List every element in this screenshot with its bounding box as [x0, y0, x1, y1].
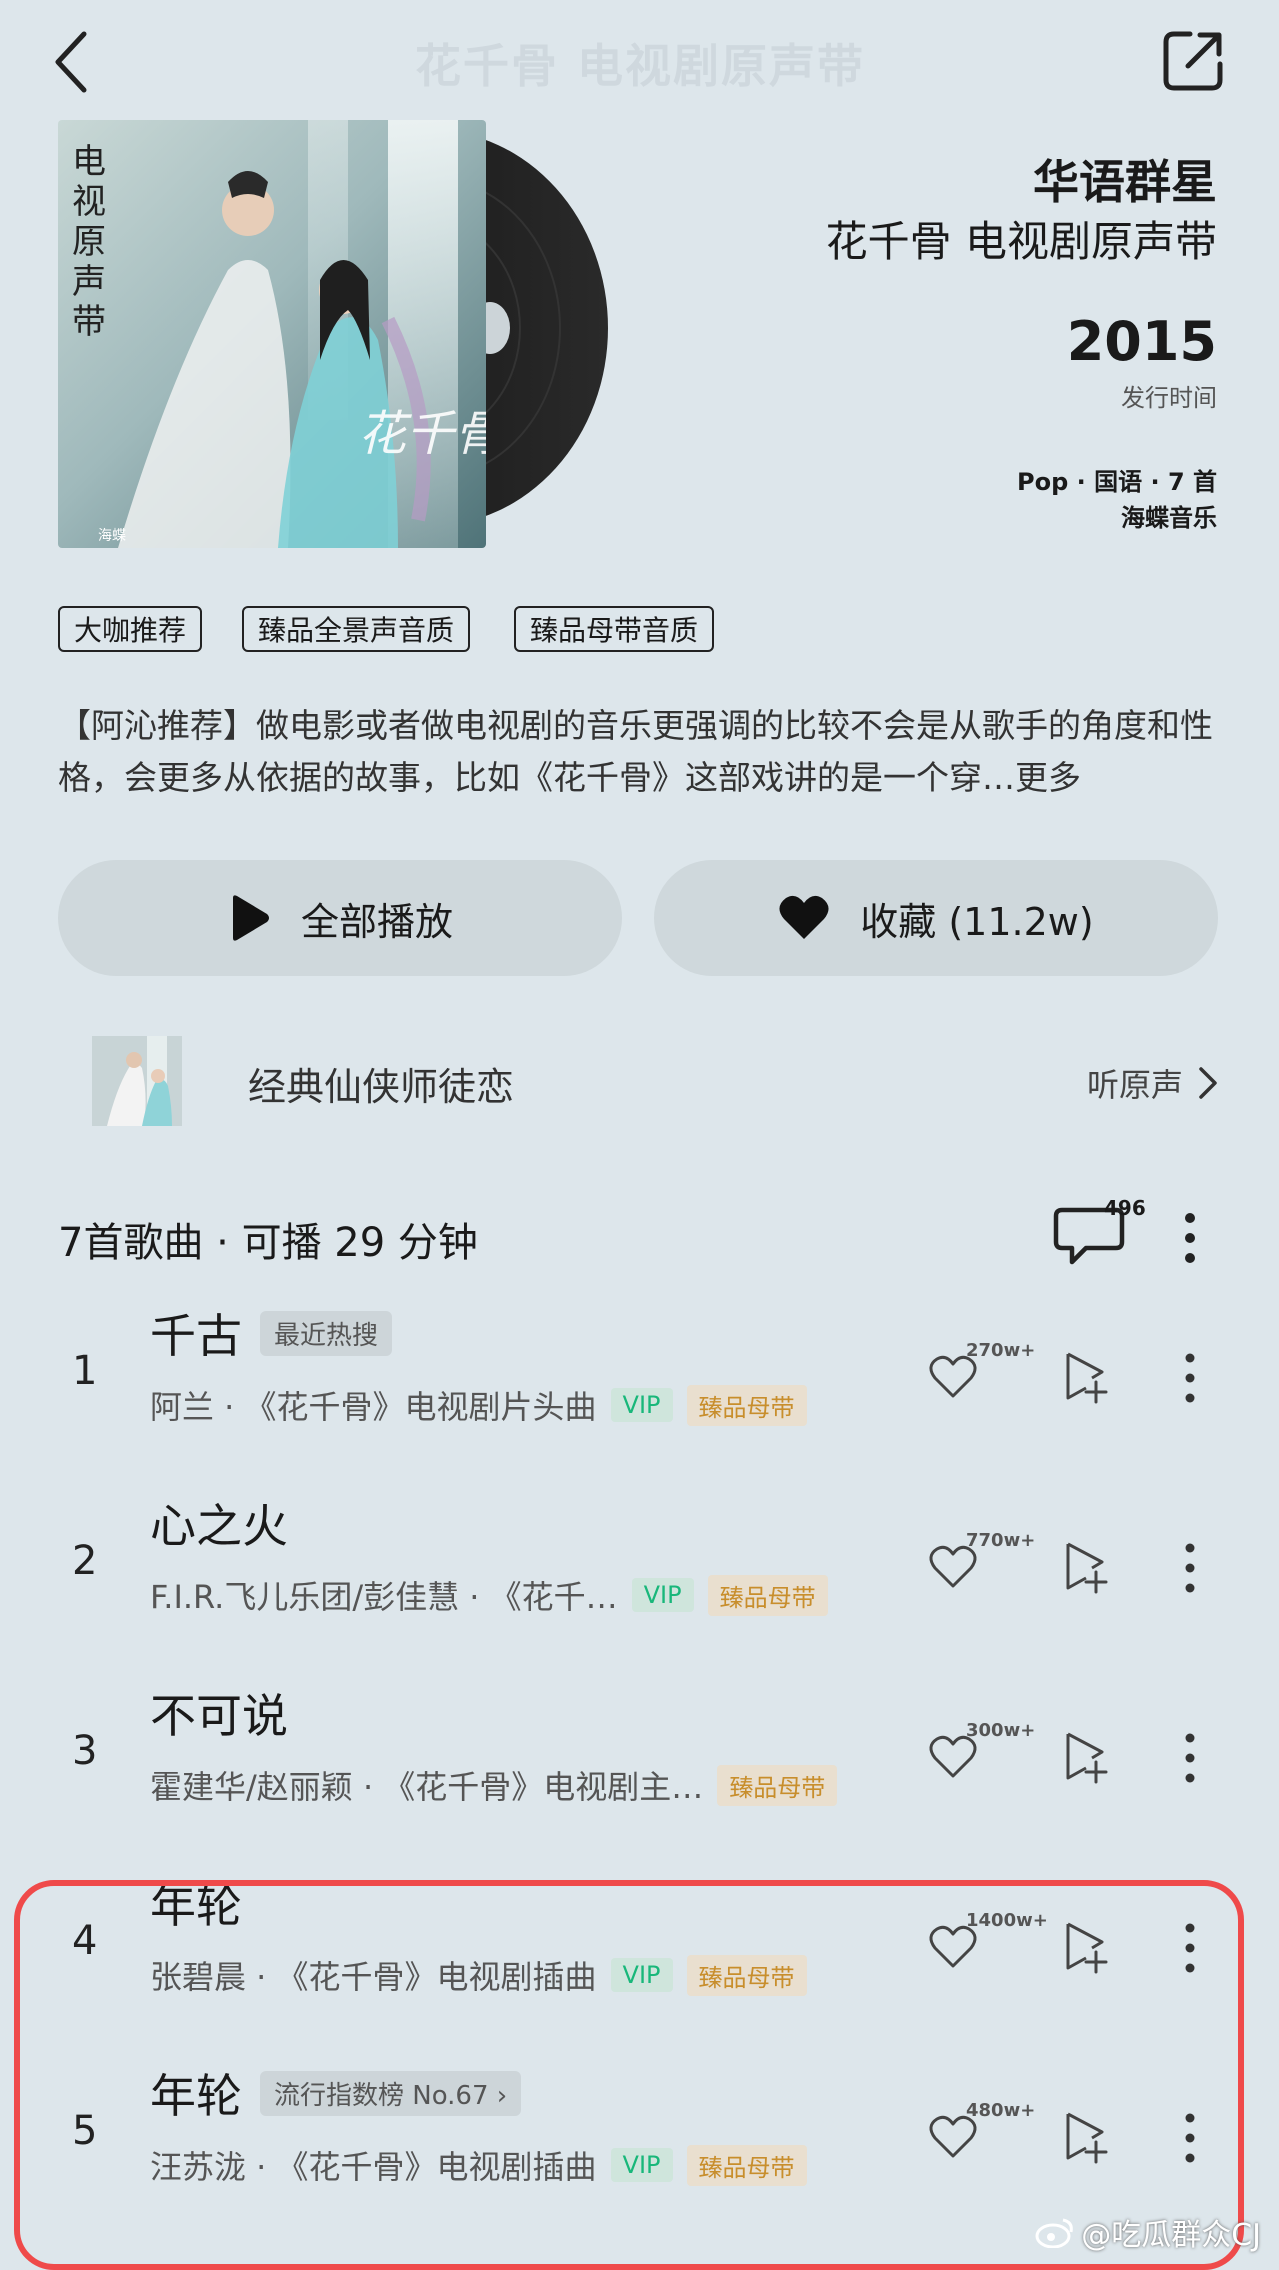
more-vertical-icon[interactable] [1178, 1348, 1202, 1408]
song-subtitle: F.I.R.飞儿乐团/彭佳慧 · 《花千… [150, 1578, 618, 1616]
song-subtitle-line: 阿兰 · 《花千骨》电视剧片头曲 VIP 臻品母带 [150, 1382, 807, 1428]
song-subtitle: 阿兰 · 《花千骨》电视剧片头曲 [150, 1388, 597, 1426]
master-quality-badge: 臻品母带 [686, 1384, 807, 1426]
track-list-summary: 7首歌曲 · 可播 29 分钟 [58, 1220, 478, 1266]
song-title-line: 心之火 [150, 1490, 288, 1556]
like-count: 270w+ [966, 1340, 1036, 1361]
song-row[interactable]: 2 心之火 F.I.R.飞儿乐团/彭佳慧 · 《花千… VIP 臻品母带 770w+ [0, 1480, 1279, 1670]
song-row[interactable]: 1 千古 最近热搜阿兰 · 《花千骨》电视剧片头曲 VIP 臻品母带 270w+ [0, 1290, 1279, 1480]
song-subtitle-line: F.I.R.飞儿乐团/彭佳慧 · 《花千… VIP 臻品母带 [150, 1572, 828, 1618]
master-quality-badge: 臻品母带 [707, 1574, 828, 1616]
release-year: 2015 [1066, 310, 1217, 373]
song-title: 不可说 [150, 1689, 288, 1743]
header-title: 花千骨 电视剧原声带 [414, 39, 865, 93]
master-quality-badge: 臻品母带 [717, 1764, 838, 1806]
play-all-label: 全部播放 [300, 899, 453, 944]
soundtrack-thumbnail-art [92, 1036, 182, 1126]
add-to-playlist-icon[interactable] [1062, 1730, 1112, 1784]
add-to-playlist-icon[interactable] [1062, 1350, 1112, 1404]
play-icon [232, 895, 269, 941]
more-vertical-icon[interactable] [1178, 1538, 1202, 1598]
vip-badge: VIP [610, 1388, 673, 1422]
soundtrack-theme: 经典仙侠师徒恋 [248, 1065, 515, 1109]
record-label[interactable]: 海蝶音乐 [1121, 498, 1217, 533]
more-vertical-icon[interactable] [1178, 1208, 1202, 1268]
heart-filled-icon [779, 895, 829, 939]
song-row[interactable]: 3 不可说霍建华/赵丽颖 · 《花千骨》电视剧主… 臻品母带 300w+ [0, 1670, 1279, 1860]
song-subtitle-line: 霍建华/赵丽颖 · 《花千骨》电视剧主… 臻品母带 [150, 1762, 838, 1808]
soundtrack-thumbnail[interactable] [92, 1036, 182, 1126]
album-title: 花千骨 电视剧原声带 [825, 217, 1217, 266]
song-number: 1 [72, 1348, 98, 1394]
weibo-logo-icon [1035, 2218, 1074, 2248]
description-more-link[interactable]: 更多 [1015, 758, 1081, 797]
listen-original-label: 听原声 [1086, 1066, 1183, 1104]
watermark-text: @吃瓜群众CJ [1081, 2218, 1261, 2253]
watermark: @吃瓜群众CJ [1035, 2210, 1261, 2254]
cover-small-label: 海蝶 [98, 528, 126, 544]
song-title: 心之火 [150, 1499, 288, 1553]
comment-count: 496 [1104, 1196, 1146, 1220]
more-vertical-icon[interactable] [1178, 1728, 1202, 1788]
song-title: 千古 [150, 1309, 242, 1363]
song-badge[interactable]: 最近热搜 [260, 1310, 393, 1356]
collect-label: 收藏 (11.2w) [860, 899, 1094, 944]
vip-badge: VIP [631, 1578, 694, 1612]
cover-vertical-text: 电视原声带 [72, 142, 106, 342]
add-to-playlist-icon[interactable] [1062, 1540, 1112, 1594]
cover-title-mark: 花千骨 [358, 406, 486, 462]
song-title-line: 不可说 [150, 1680, 288, 1746]
release-year-label: 发行时间 [1121, 384, 1217, 412]
tag-master-quality[interactable]: 臻品母带音质 [514, 606, 715, 652]
song-title-line: 千古 最近热搜 [150, 1300, 393, 1366]
collect-button[interactable]: 收藏 (11.2w) [654, 860, 1218, 976]
like-count: 770w+ [966, 1530, 1036, 1551]
tag-recommend[interactable]: 大咖推荐 [58, 606, 203, 652]
chevron-right-icon [1199, 1067, 1217, 1099]
album-cover[interactable]: 海蝶 花千骨 电视原声带 [58, 120, 486, 548]
album-cover-art: 海蝶 花千骨 [58, 120, 486, 548]
like-count: 300w+ [966, 1720, 1036, 1741]
share-icon[interactable] [1160, 28, 1226, 94]
album-description[interactable]: 【阿沁推荐】做电影或者做电视剧的音乐更强调的比较不会是从歌手的角度和性格，会更多… [58, 700, 1218, 804]
back-chevron-icon[interactable] [52, 30, 92, 94]
play-all-button[interactable]: 全部播放 [58, 860, 622, 976]
song-number: 3 [72, 1728, 98, 1774]
song-number: 2 [72, 1538, 98, 1584]
tag-atmos-quality[interactable]: 臻品全景声音质 [242, 606, 471, 652]
album-artist[interactable]: 华语群星 [1033, 146, 1217, 212]
song-subtitle: 霍建华/赵丽颖 · 《花千骨》电视剧主… [150, 1768, 704, 1806]
listen-original-link[interactable]: 听原声 [1087, 1060, 1221, 1106]
album-meta: Pop · 国语 · 7 首 [1017, 468, 1217, 496]
